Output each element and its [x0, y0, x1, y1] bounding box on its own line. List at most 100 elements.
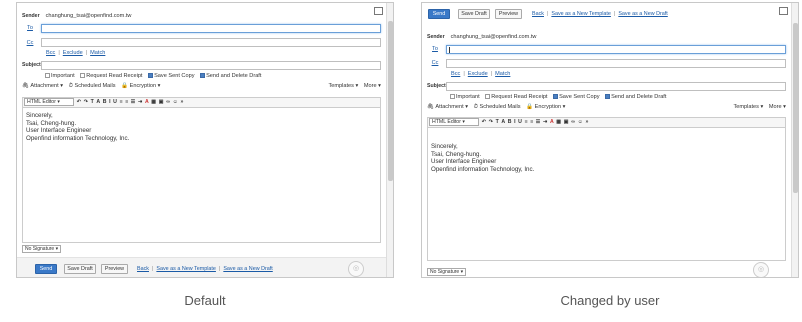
assistant-icon[interactable]: ◎ [348, 261, 364, 277]
list-icon[interactable]: ☰ [131, 98, 136, 107]
more-menu[interactable]: More [364, 83, 377, 89]
cc-link[interactable]: Cc [21, 40, 39, 46]
save-template-link[interactable]: Save as a New Template [551, 11, 611, 17]
underline-icon[interactable]: U [113, 98, 117, 107]
editor-mode-select[interactable]: HTML Editor ▾ [24, 98, 74, 106]
send-delete-draft-label: Send and Delete Draft [206, 73, 262, 79]
align-left-icon[interactable]: ≡ [525, 118, 528, 127]
link-icon[interactable]: ∞ [166, 98, 170, 107]
preview-button[interactable]: Preview [101, 264, 128, 274]
send-delete-draft-checkbox[interactable] [605, 94, 611, 100]
subject-field[interactable] [446, 82, 786, 91]
attachment-menu[interactable]: Attachment [30, 83, 58, 89]
emoji-icon[interactable]: ☺ [578, 118, 583, 127]
to-link[interactable]: To [426, 46, 444, 52]
signature-select[interactable]: No Signature ▾ [22, 245, 62, 253]
scrollbar[interactable] [791, 3, 798, 277]
compose-panel-changed: Send Save Draft Preview Back | Save as a N… [421, 2, 799, 278]
save-sent-checkbox[interactable] [553, 94, 559, 100]
cc-field[interactable] [446, 59, 786, 68]
match-link[interactable]: Match [495, 71, 510, 77]
font-icon[interactable]: T [91, 98, 94, 107]
image-icon[interactable]: ▣ [159, 98, 164, 107]
body-line: User Interface Engineer [431, 158, 497, 166]
scroll-thumb[interactable] [793, 23, 798, 193]
save-sent-checkbox[interactable] [148, 73, 154, 79]
message-body[interactable]: Sincerely, Tsai, Cheng-hung. User Interf… [427, 128, 786, 261]
indent-icon[interactable]: ⇥ [543, 118, 547, 127]
read-receipt-checkbox[interactable] [80, 73, 86, 79]
text-color-icon[interactable]: A [145, 98, 149, 107]
send-delete-draft-checkbox[interactable] [200, 73, 206, 79]
save-new-draft-link[interactable]: Save as a New Draft [223, 266, 272, 272]
to-field[interactable] [41, 24, 381, 33]
encryption-menu[interactable]: Encryption [535, 104, 561, 110]
back-link[interactable]: Back [532, 11, 544, 17]
editor-mode-select[interactable]: HTML Editor ▾ [429, 118, 479, 126]
scroll-thumb[interactable] [388, 21, 393, 181]
send-button[interactable]: Send [35, 264, 57, 274]
match-link[interactable]: Match [90, 50, 105, 56]
redo-icon[interactable]: ↷ [489, 118, 493, 127]
lock-icon: 🔒 [526, 104, 534, 110]
attachment-menu[interactable]: Attachment [435, 104, 463, 110]
to-field[interactable] [446, 45, 786, 54]
bold-icon[interactable]: B [103, 98, 107, 107]
image-icon[interactable]: ▣ [564, 118, 569, 127]
to-link[interactable]: To [21, 25, 39, 31]
read-receipt-checkbox[interactable] [485, 94, 491, 100]
scrollbar[interactable] [386, 3, 393, 277]
save-new-draft-link[interactable]: Save as a New Draft [618, 11, 667, 17]
font-size-icon[interactable]: A [96, 98, 100, 107]
subject-field[interactable] [41, 61, 381, 70]
back-link[interactable]: Back [137, 266, 149, 272]
message-body[interactable]: Sincerely, Tsai, Cheng-hung. User Interf… [22, 108, 381, 243]
save-draft-button[interactable]: Save Draft [64, 264, 96, 274]
save-draft-button[interactable]: Save Draft [458, 9, 490, 19]
send-button[interactable]: Send [428, 9, 450, 19]
signature-select[interactable]: No Signature ▾ [427, 268, 467, 276]
italic-icon[interactable]: I [109, 98, 110, 107]
highlight-icon[interactable]: ▦ [151, 98, 156, 107]
align-center-icon[interactable]: ≡ [530, 118, 533, 127]
sender-label: Sender [22, 13, 40, 19]
more-tools-icon[interactable]: » [180, 98, 183, 107]
scheduled-menu[interactable]: Scheduled Mails [480, 104, 521, 110]
list-icon[interactable]: ☰ [536, 118, 541, 127]
underline-icon[interactable]: U [518, 118, 522, 127]
undo-icon[interactable]: ↶ [77, 98, 81, 107]
indent-icon[interactable]: ⇥ [138, 98, 142, 107]
more-menu[interactable]: More [769, 104, 782, 110]
save-template-link[interactable]: Save as a New Template [156, 266, 216, 272]
more-tools-icon[interactable]: » [585, 118, 588, 127]
bcc-link[interactable]: Bcc [46, 50, 55, 56]
redo-icon[interactable]: ↷ [84, 98, 88, 107]
important-checkbox[interactable] [45, 73, 50, 79]
highlight-icon[interactable]: ▦ [556, 118, 561, 127]
text-color-icon[interactable]: A [550, 118, 554, 127]
link-icon[interactable]: ∞ [571, 118, 575, 127]
italic-icon[interactable]: I [514, 118, 515, 127]
templates-menu[interactable]: Templates [328, 83, 354, 89]
exclude-link[interactable]: Exclude [63, 50, 83, 56]
font-size-icon[interactable]: A [501, 118, 505, 127]
font-icon[interactable]: T [496, 118, 499, 127]
lock-icon: 🔒 [121, 83, 129, 89]
read-receipt-label: Request Read Receipt [86, 73, 143, 79]
attachment-row: 🖇 Attachment ▾ ⏱ Scheduled Mails 🔒 Encry… [427, 104, 786, 110]
assistant-icon[interactable]: ◎ [753, 262, 769, 277]
encryption-menu[interactable]: Encryption [130, 83, 156, 89]
align-left-icon[interactable]: ≡ [120, 98, 123, 107]
undo-icon[interactable]: ↶ [482, 118, 486, 127]
emoji-icon[interactable]: ☺ [173, 98, 178, 107]
bold-icon[interactable]: B [508, 118, 512, 127]
scheduled-menu[interactable]: Scheduled Mails [75, 83, 116, 89]
cc-field[interactable] [41, 38, 381, 47]
exclude-link[interactable]: Exclude [468, 71, 488, 77]
cc-link[interactable]: Cc [426, 60, 444, 66]
preview-button[interactable]: Preview [495, 9, 522, 19]
bcc-link[interactable]: Bcc [451, 71, 460, 77]
align-center-icon[interactable]: ≡ [125, 98, 128, 107]
important-checkbox[interactable] [450, 94, 455, 100]
templates-menu[interactable]: Templates [733, 104, 759, 110]
